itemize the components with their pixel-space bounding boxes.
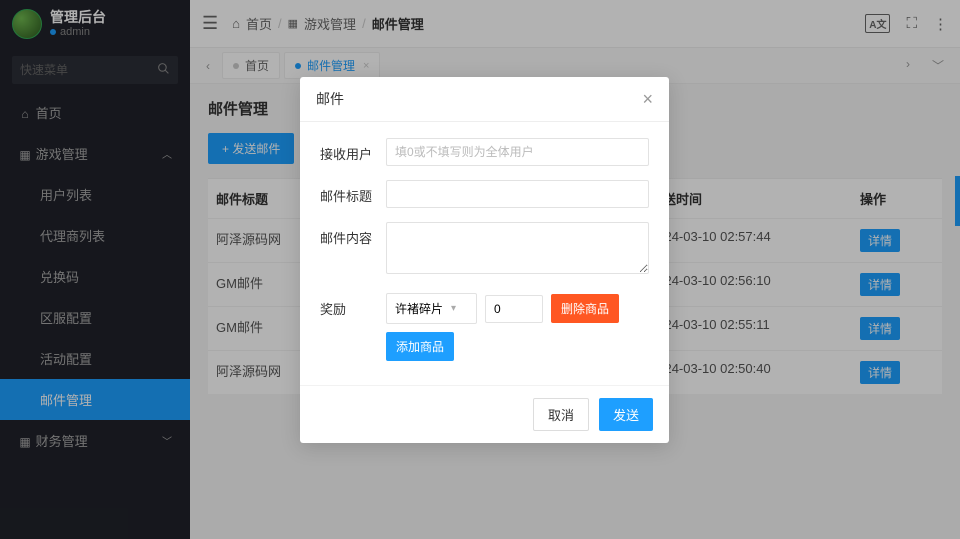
content-label: 邮件内容	[320, 222, 376, 247]
chevron-down-icon: ▾	[451, 303, 456, 314]
mail-modal: 邮件 × 接收用户 邮件标题 邮件内容 奖励 许褚碎片 ▾	[300, 77, 669, 443]
delete-reward-button[interactable]: 删除商品	[551, 294, 619, 323]
content-textarea[interactable]	[386, 222, 649, 274]
add-reward-button[interactable]: 添加商品	[386, 332, 454, 361]
recipient-label: 接收用户	[320, 138, 376, 163]
close-icon[interactable]: ×	[642, 90, 653, 108]
cancel-button[interactable]: 取消	[533, 398, 589, 431]
modal-title: 邮件	[316, 89, 344, 109]
subject-label: 邮件标题	[320, 180, 376, 205]
reward-qty-input[interactable]	[485, 295, 543, 323]
send-button[interactable]: 发送	[599, 398, 653, 431]
recipient-input[interactable]	[386, 138, 649, 166]
reward-item-select[interactable]: 许褚碎片 ▾	[386, 293, 477, 324]
subject-input[interactable]	[386, 180, 649, 208]
reward-label: 奖励	[320, 293, 376, 318]
